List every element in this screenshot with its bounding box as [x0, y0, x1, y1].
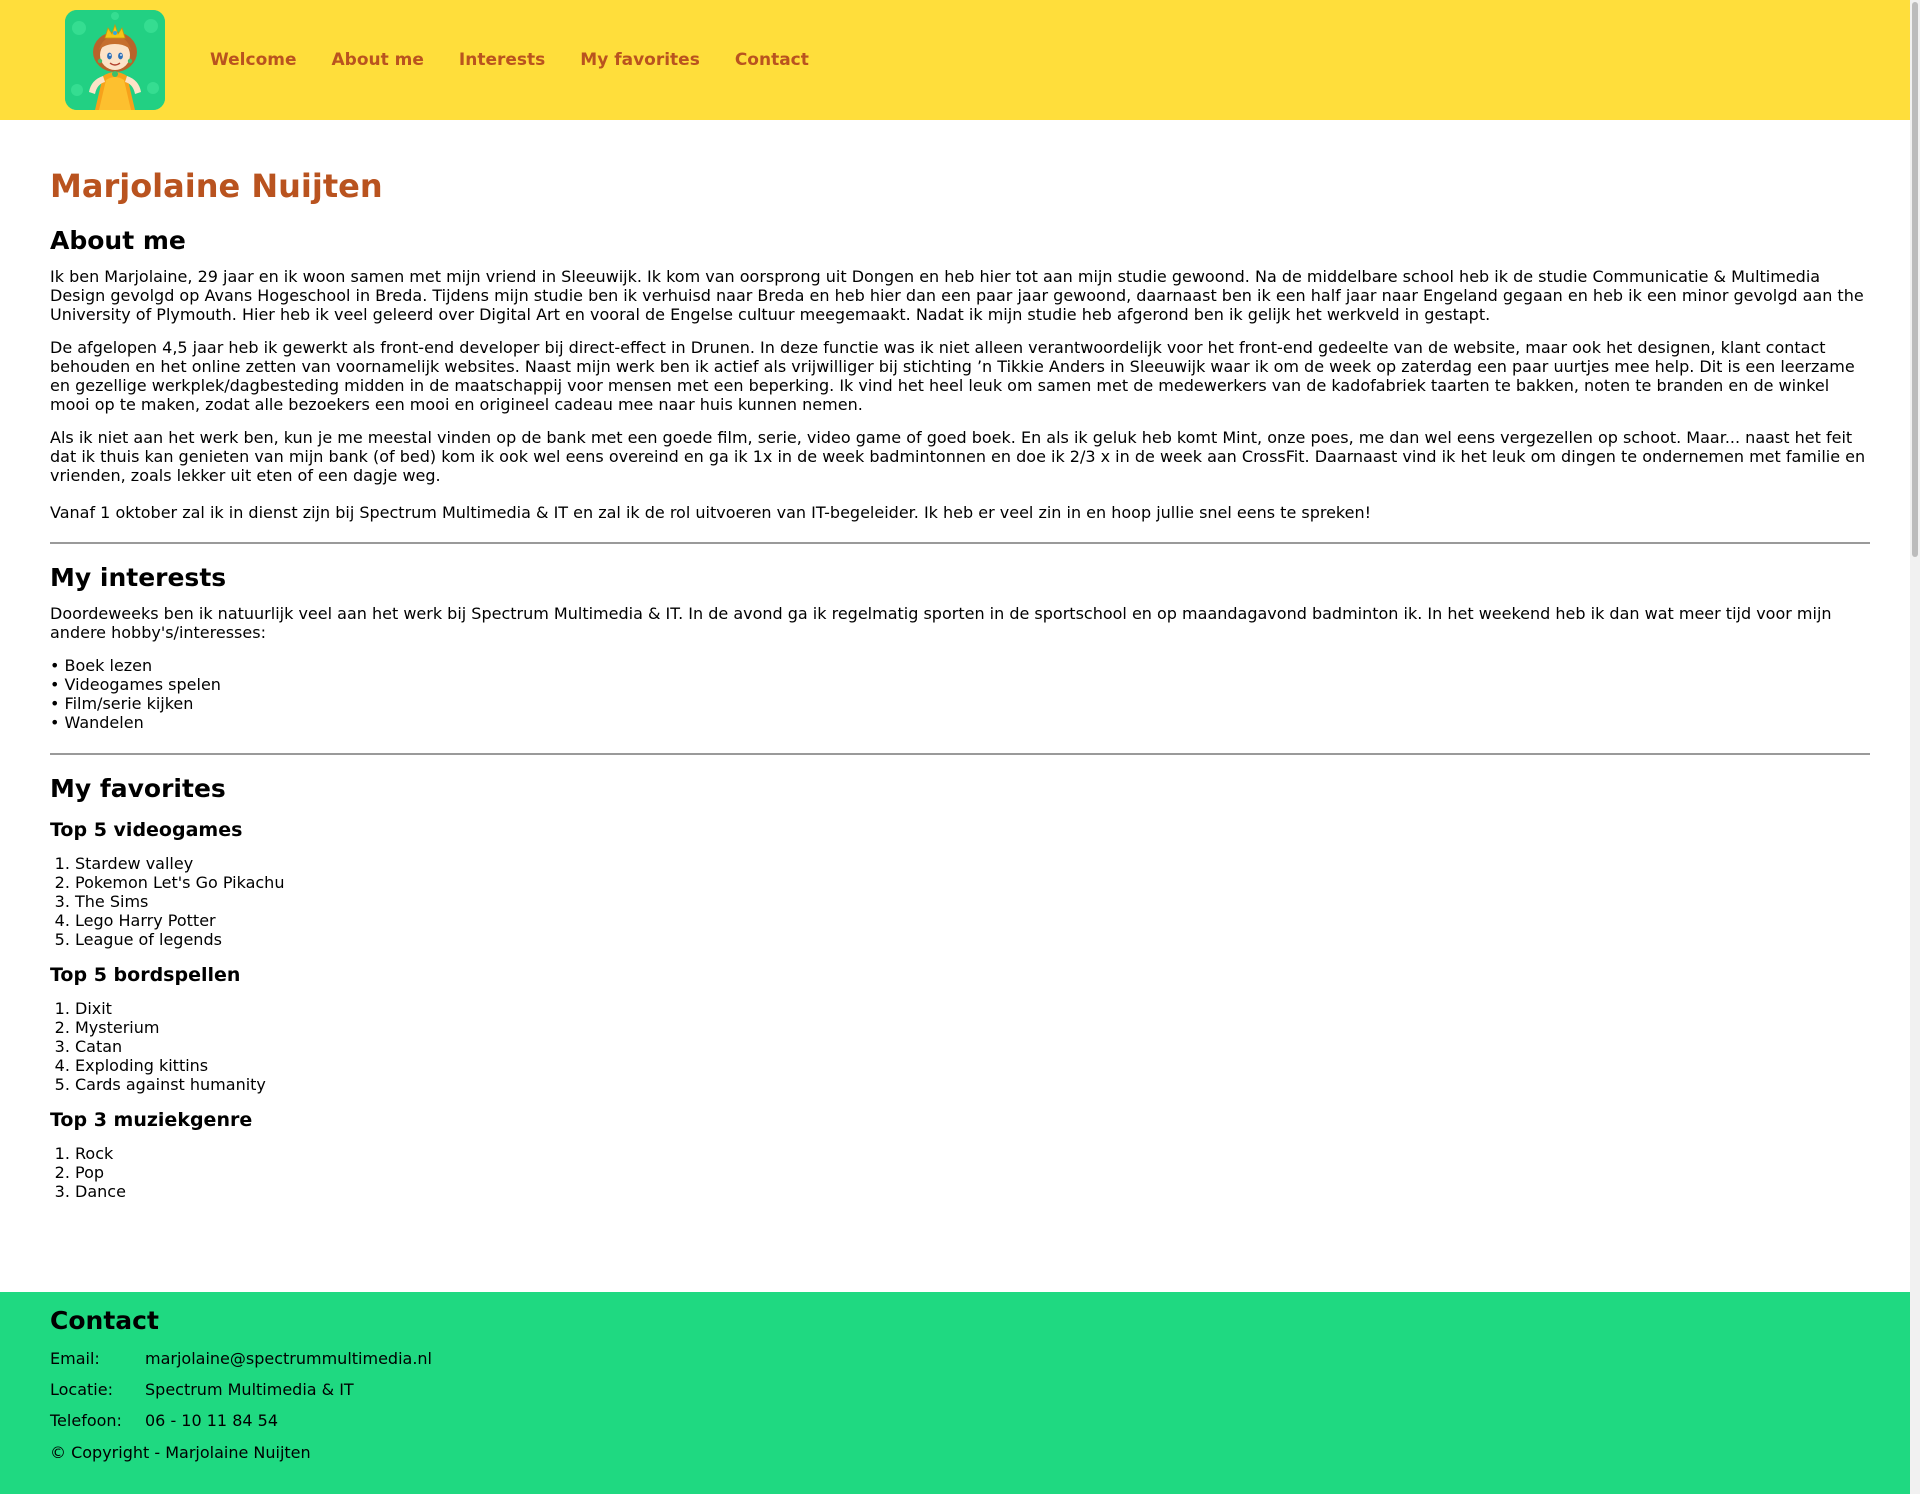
list-item: Pokemon Let's Go Pikachu [75, 873, 1870, 892]
list-item: Mysterium [75, 1018, 1870, 1037]
list-item: Film/serie kijken [50, 694, 1870, 713]
about-heading: About me [50, 226, 186, 255]
list-item: Lego Harry Potter [75, 911, 1870, 930]
list-item: Dixit [75, 999, 1870, 1018]
videogames-list: Stardew valley Pokemon Let's Go Pikachu … [50, 854, 1870, 949]
list-item: Wandelen [50, 713, 1870, 732]
list-item: The Sims [75, 892, 1870, 911]
main-nav: Welcome About me Interests My favorites … [210, 50, 844, 70]
page-scrollbar[interactable] [1910, 0, 1920, 1494]
table-row: Telefoon: 06 - 10 11 84 54 [50, 1409, 432, 1433]
list-item: Rock [75, 1144, 1870, 1163]
contact-heading: Contact [50, 1306, 159, 1335]
copyright-text: © Copyright - Marjolaine Nuijten [50, 1443, 311, 1462]
phone-value[interactable]: 06 - 10 11 84 54 [145, 1409, 432, 1433]
section-divider [50, 753, 1870, 755]
boardgames-heading: Top 5 bordspellen [50, 964, 241, 986]
about-section: About me Ik ben Marjolaine, 29 jaar en i… [50, 226, 1870, 522]
about-paragraph-4: Vanaf 1 oktober zal ik in dienst zijn bi… [50, 503, 1372, 522]
email-value[interactable]: marjolaine@spectrummultimedia.nl [145, 1347, 432, 1371]
scrollbar-thumb[interactable] [1912, 2, 1918, 557]
list-item: League of legends [75, 930, 1870, 949]
nav-link-welcome[interactable]: Welcome [210, 50, 297, 70]
nav-link-interests[interactable]: Interests [459, 50, 545, 70]
nav-link-my-favorites[interactable]: My favorites [580, 50, 700, 70]
interests-section: My interests Doordeweeks ben ik natuurli… [50, 563, 1870, 732]
interests-heading: My interests [50, 563, 227, 592]
list-item: Pop [75, 1163, 1870, 1182]
boardgames-list: Dixit Mysterium Catan Exploding kittins … [50, 999, 1870, 1094]
list-item: Boek lezen [50, 656, 1870, 675]
videogames-heading: Top 5 videogames [50, 819, 243, 841]
page-title: Marjolaine Nuijten [50, 167, 383, 205]
logo-avatar[interactable] [65, 10, 165, 110]
list-item: Cards against humanity [75, 1075, 1870, 1094]
section-divider [50, 542, 1870, 544]
princess-daisy-icon [65, 10, 165, 110]
table-row: Email: marjolaine@spectrummultimedia.nl [50, 1347, 432, 1371]
music-heading: Top 3 muziekgenre [50, 1109, 253, 1131]
footer-content: Contact Email: marjolaine@spectrummultim… [50, 1292, 439, 1463]
site-header: Welcome About me Interests My favorites … [0, 0, 1920, 120]
list-item: Stardew valley [75, 854, 1870, 873]
main-content: Marjolaine Nuijten About me Ik ben Marjo… [50, 120, 1870, 1201]
phone-label: Telefoon: [50, 1411, 122, 1430]
favorites-heading: My favorites [50, 774, 226, 803]
email-label: Email: [50, 1349, 100, 1368]
contact-footer: Contact Email: marjolaine@spectrummultim… [0, 1292, 1920, 1494]
nav-link-about-me[interactable]: About me [332, 50, 424, 70]
contact-table: Email: marjolaine@spectrummultimedia.nl … [43, 1340, 439, 1440]
list-item: Dance [75, 1182, 1870, 1201]
about-paragraph-1: Ik ben Marjolaine, 29 jaar en ik woon sa… [50, 267, 1864, 324]
favorites-section: My favorites Top 5 videogames Stardew va… [50, 774, 1870, 1201]
about-paragraph-2: De afgelopen 4,5 jaar heb ik gewerkt als… [50, 338, 1855, 414]
music-list: Rock Pop Dance [50, 1144, 1870, 1201]
location-label: Locatie: [50, 1380, 113, 1399]
location-value: Spectrum Multimedia & IT [145, 1380, 354, 1399]
list-item: Exploding kittins [75, 1056, 1870, 1075]
nav-link-contact[interactable]: Contact [735, 50, 809, 70]
table-row: Locatie: Spectrum Multimedia & IT [50, 1378, 432, 1402]
list-item: Catan [75, 1037, 1870, 1056]
list-item: Videogames spelen [50, 675, 1870, 694]
about-paragraph-3: Als ik niet aan het werk ben, kun je me … [50, 428, 1866, 485]
interests-intro: Doordeweeks ben ik natuurlijk veel aan h… [50, 604, 1832, 642]
interests-list: Boek lezen Videogames spelen Film/serie … [50, 656, 1870, 732]
